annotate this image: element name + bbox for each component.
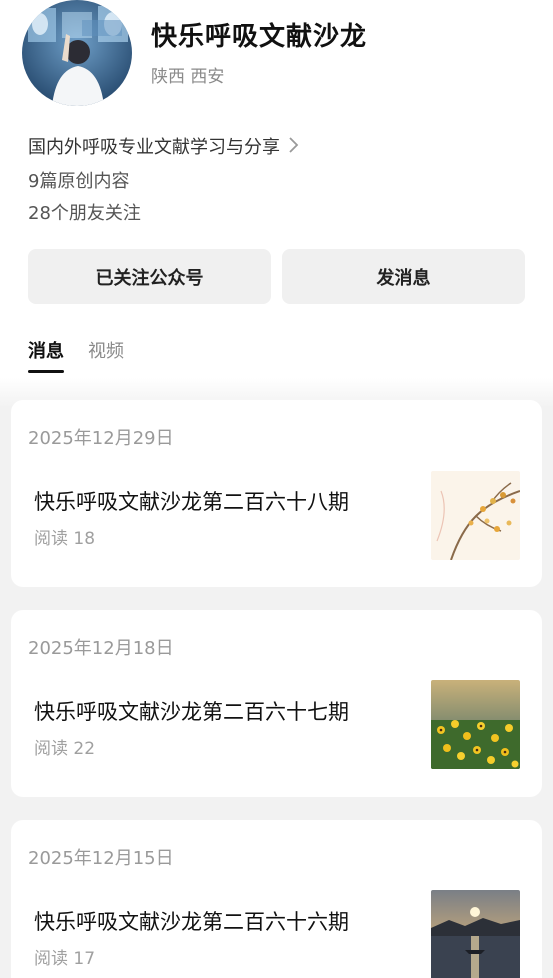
feed-card[interactable]: 2025年12月18日 快乐呼吸文献沙龙第二百六十七期 阅读 22: [11, 610, 542, 797]
message-feed: 2025年12月29日 快乐呼吸文献沙龙第二百六十八期 阅读 18 2025年1: [0, 378, 553, 978]
account-name: 快乐呼吸文献沙龙: [151, 22, 368, 52]
content-tabs: 消息 视频: [28, 337, 124, 373]
post-date: 2025年12月29日: [28, 428, 174, 449]
friends-following-count[interactable]: 28个朋友关注: [28, 199, 141, 225]
feed-card[interactable]: 2025年12月29日 快乐呼吸文献沙龙第二百六十八期 阅读 18: [11, 400, 542, 587]
read-count: 阅读 22: [34, 739, 96, 759]
location-text: 陕西 西安: [151, 67, 225, 87]
read-count: 阅读 18: [34, 529, 96, 549]
post-date: 2025年12月18日: [28, 638, 174, 659]
followed-button[interactable]: 已关注公众号: [28, 249, 271, 304]
autumn-branches-thumbnail[interactable]: [431, 471, 520, 560]
read-count: 阅读 17: [34, 949, 96, 969]
article-title[interactable]: 快乐呼吸文献沙龙第二百六十八期: [34, 486, 349, 516]
article-title[interactable]: 快乐呼吸文献沙龙第二百六十七期: [34, 696, 349, 726]
send-message-button[interactable]: 发消息: [282, 249, 525, 304]
description-link[interactable]: 国内外呼吸专业文献学习与分享: [28, 133, 300, 159]
official-account-profile-page: 快乐呼吸文献沙龙 陕西 西安 国内外呼吸专业文献学习与分享 9篇原创内容 28个…: [0, 0, 553, 978]
profile-header: 快乐呼吸文献沙龙 陕西 西安 国内外呼吸专业文献学习与分享 9篇原创内容 28个…: [0, 0, 553, 390]
feed-card[interactable]: 2025年12月15日 快乐呼吸文献沙龙第二百六十六期 阅读 17: [11, 820, 542, 978]
post-date: 2025年12月15日: [28, 848, 174, 869]
original-articles-count[interactable]: 9篇原创内容: [28, 167, 129, 193]
yellow-flowers-thumbnail[interactable]: [431, 680, 520, 769]
chevron-right-icon: [288, 136, 300, 157]
avatar[interactable]: [22, 0, 132, 106]
tab-messages[interactable]: 消息: [28, 337, 64, 373]
article-title[interactable]: 快乐呼吸文献沙龙第二百六十六期: [34, 906, 349, 936]
sunset-lake-thumbnail[interactable]: [431, 890, 520, 978]
description-text: 国内外呼吸专业文献学习与分享: [28, 137, 280, 158]
tab-videos[interactable]: 视频: [88, 337, 124, 371]
